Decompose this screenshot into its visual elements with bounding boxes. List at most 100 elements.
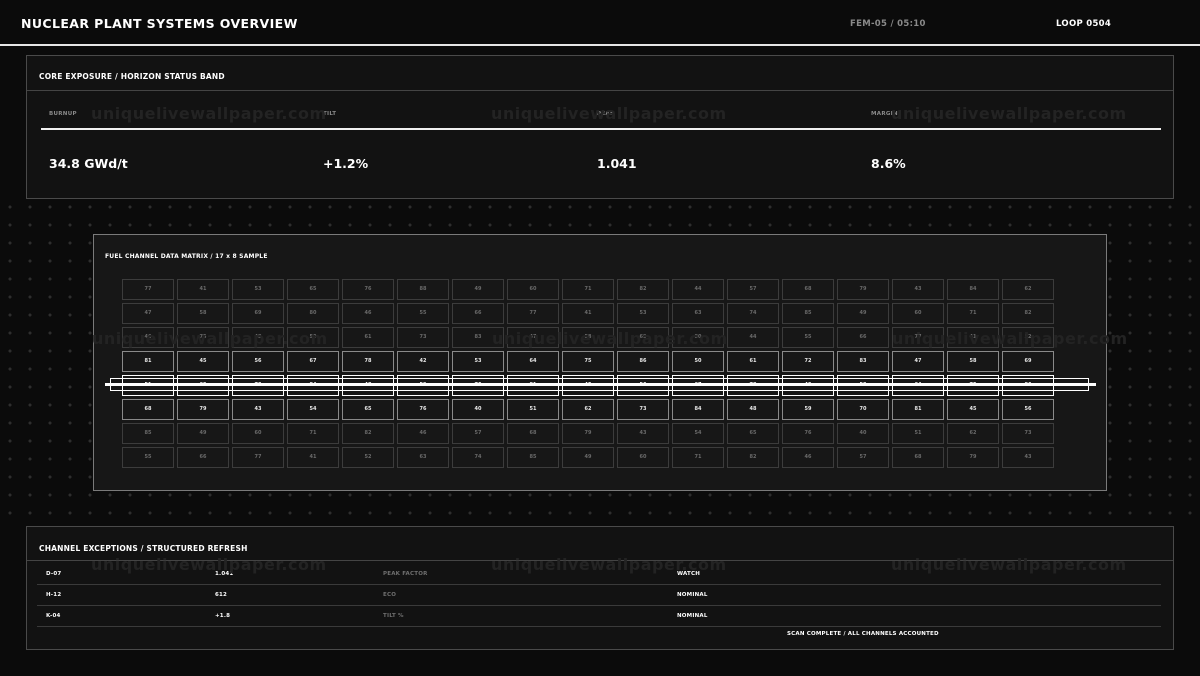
matrix-cell[interactable]: 49 bbox=[452, 279, 504, 300]
matrix-cell[interactable]: 77 bbox=[232, 447, 284, 468]
matrix-cell[interactable]: 44 bbox=[672, 279, 724, 300]
matrix-cell[interactable]: 88 bbox=[397, 279, 449, 300]
matrix-cell[interactable]: 66 bbox=[177, 447, 229, 468]
table-row[interactable]: K-04 +1.8 TILT % NOMINAL bbox=[37, 606, 1161, 627]
matrix-cell[interactable]: 71 bbox=[287, 423, 339, 444]
matrix-cell[interactable]: 65 bbox=[342, 399, 394, 420]
matrix-cell[interactable]: 57 bbox=[837, 447, 889, 468]
matrix-cell[interactable]: 68 bbox=[507, 423, 559, 444]
matrix-cell[interactable]: 45 bbox=[177, 351, 229, 372]
matrix-cell[interactable]: 76 bbox=[397, 399, 449, 420]
matrix-cell[interactable]: 53 bbox=[452, 351, 504, 372]
matrix-cell[interactable]: 41 bbox=[177, 279, 229, 300]
matrix-cell[interactable]: 48 bbox=[727, 399, 779, 420]
matrix-cell[interactable]: 82 bbox=[617, 279, 669, 300]
matrix-cell[interactable]: 47 bbox=[892, 351, 944, 372]
matrix-cell[interactable]: 82 bbox=[727, 447, 779, 468]
matrix-cell[interactable]: 55 bbox=[122, 447, 174, 468]
matrix-cell[interactable]: 79 bbox=[177, 399, 229, 420]
matrix-cell[interactable]: 40 bbox=[452, 399, 504, 420]
matrix-cell[interactable]: 80 bbox=[672, 327, 724, 348]
matrix-cell[interactable]: 43 bbox=[1002, 447, 1054, 468]
matrix-cell[interactable]: 54 bbox=[672, 423, 724, 444]
matrix-cell[interactable]: 46 bbox=[122, 327, 174, 348]
matrix-cell[interactable]: 61 bbox=[727, 351, 779, 372]
matrix-cell[interactable]: 46 bbox=[782, 447, 834, 468]
matrix-cell[interactable]: 50 bbox=[672, 351, 724, 372]
matrix-cell[interactable]: 73 bbox=[397, 327, 449, 348]
matrix-cell[interactable]: 85 bbox=[507, 447, 559, 468]
matrix-cell[interactable]: 85 bbox=[782, 303, 834, 324]
matrix-cell[interactable]: 50 bbox=[287, 327, 339, 348]
matrix-cell[interactable]: 63 bbox=[397, 447, 449, 468]
matrix-cell[interactable]: 53 bbox=[617, 303, 669, 324]
matrix-cell[interactable]: 58 bbox=[947, 351, 999, 372]
matrix-cell[interactable]: 69 bbox=[232, 303, 284, 324]
matrix-cell[interactable]: 70 bbox=[837, 399, 889, 420]
matrix-cell[interactable]: 86 bbox=[617, 351, 669, 372]
matrix-cell[interactable]: 61 bbox=[342, 327, 394, 348]
matrix-cell[interactable]: 54 bbox=[287, 399, 339, 420]
matrix-cell[interactable]: 62 bbox=[562, 399, 614, 420]
matrix-cell[interactable]: 79 bbox=[562, 423, 614, 444]
matrix-cell[interactable]: 85 bbox=[122, 423, 174, 444]
matrix-cell[interactable]: 58 bbox=[562, 327, 614, 348]
matrix-cell[interactable]: 60 bbox=[617, 447, 669, 468]
matrix-cell[interactable]: 47 bbox=[507, 327, 559, 348]
matrix-cell[interactable]: 47 bbox=[122, 303, 174, 324]
matrix-cell[interactable]: 53 bbox=[232, 279, 284, 300]
matrix-cell[interactable]: 57 bbox=[727, 279, 779, 300]
matrix-cell[interactable]: 72 bbox=[782, 351, 834, 372]
matrix-cell[interactable]: 41 bbox=[287, 447, 339, 468]
matrix-cell[interactable]: 76 bbox=[782, 423, 834, 444]
matrix-cell[interactable]: 74 bbox=[727, 303, 779, 324]
matrix-cell[interactable]: 49 bbox=[837, 303, 889, 324]
matrix-cell[interactable]: 67 bbox=[287, 351, 339, 372]
matrix-cell[interactable]: 79 bbox=[837, 279, 889, 300]
matrix-cell[interactable]: 42 bbox=[397, 351, 449, 372]
matrix-cell[interactable]: 81 bbox=[122, 351, 174, 372]
matrix-cell[interactable]: 62 bbox=[1002, 279, 1054, 300]
matrix-cell[interactable]: 40 bbox=[837, 423, 889, 444]
matrix-cell[interactable]: 41 bbox=[947, 327, 999, 348]
matrix-cell[interactable]: 52 bbox=[1002, 327, 1054, 348]
matrix-cell[interactable]: 59 bbox=[782, 399, 834, 420]
matrix-cell[interactable]: 55 bbox=[397, 303, 449, 324]
matrix-cell[interactable]: 64 bbox=[507, 351, 559, 372]
matrix-cell[interactable]: 52 bbox=[342, 447, 394, 468]
matrix-cell[interactable]: 83 bbox=[452, 327, 504, 348]
matrix-cell[interactable]: 82 bbox=[1002, 303, 1054, 324]
matrix-cell[interactable]: 68 bbox=[122, 399, 174, 420]
matrix-cell[interactable]: 60 bbox=[892, 303, 944, 324]
matrix-cell[interactable]: 77 bbox=[507, 303, 559, 324]
matrix-cell[interactable]: 44 bbox=[727, 327, 779, 348]
matrix-cell[interactable]: 71 bbox=[947, 303, 999, 324]
matrix-cell[interactable]: 65 bbox=[287, 279, 339, 300]
matrix-cell[interactable]: 43 bbox=[617, 423, 669, 444]
matrix-cell[interactable]: 43 bbox=[232, 399, 284, 420]
matrix-cell[interactable]: 75 bbox=[562, 351, 614, 372]
matrix-cell[interactable]: 78 bbox=[342, 351, 394, 372]
matrix-cell[interactable]: 68 bbox=[892, 447, 944, 468]
matrix-cell[interactable]: 73 bbox=[617, 399, 669, 420]
matrix-cell[interactable]: 46 bbox=[342, 303, 394, 324]
matrix-cell[interactable]: 45 bbox=[947, 399, 999, 420]
matrix-cell[interactable]: 41 bbox=[562, 303, 614, 324]
matrix-cell[interactable]: 51 bbox=[507, 399, 559, 420]
matrix-cell[interactable]: 80 bbox=[287, 303, 339, 324]
matrix-cell[interactable]: 69 bbox=[1002, 351, 1054, 372]
matrix-cell[interactable]: 46 bbox=[397, 423, 449, 444]
table-row[interactable]: D-07 1.041 PEAK FACTOR WATCH bbox=[37, 564, 1161, 585]
matrix-cell[interactable]: 55 bbox=[782, 327, 834, 348]
matrix-cell[interactable]: 77 bbox=[122, 279, 174, 300]
matrix-cell[interactable]: 51 bbox=[892, 423, 944, 444]
matrix-cell[interactable]: 60 bbox=[232, 423, 284, 444]
matrix-cell[interactable]: 48 bbox=[232, 327, 284, 348]
matrix-cell[interactable]: 68 bbox=[782, 279, 834, 300]
matrix-cell[interactable]: 66 bbox=[452, 303, 504, 324]
matrix-cell[interactable]: 63 bbox=[672, 303, 724, 324]
matrix-cell[interactable]: 66 bbox=[837, 327, 889, 348]
matrix-cell[interactable]: 82 bbox=[342, 423, 394, 444]
matrix-cell[interactable]: 76 bbox=[342, 279, 394, 300]
matrix-cell[interactable]: 77 bbox=[892, 327, 944, 348]
